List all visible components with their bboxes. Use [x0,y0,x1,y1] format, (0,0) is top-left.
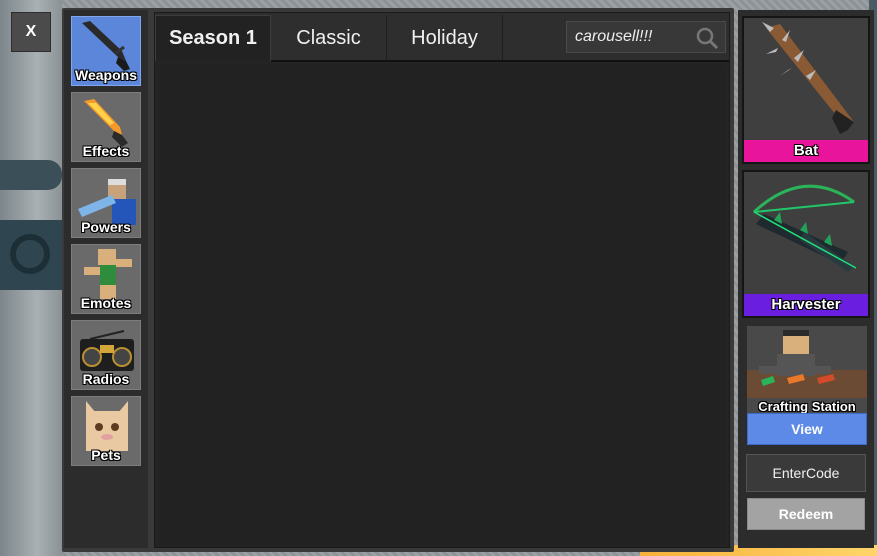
sidebar-item-label: Weapons [75,67,137,83]
inventory-panel: Season 1 Classic Holiday [154,12,730,548]
tab-bar: Season 1 Classic Holiday [155,13,729,62]
close-button[interactable]: X [11,12,51,52]
sidebar-item-label: Pets [91,447,121,463]
enter-code-input[interactable] [746,454,866,492]
flame-knife-icon [84,99,128,147]
sidebar-item-powers[interactable]: Powers [71,168,141,238]
featured-item-name: Bat [744,140,868,162]
featured-item-name: Harvester [744,294,868,316]
redeem-button[interactable]: Redeem [747,498,865,530]
sidebar-item-effects[interactable]: Effects [71,92,141,162]
tab-classic[interactable]: Classic [271,15,387,61]
tab-holiday[interactable]: Holiday [387,15,503,61]
featured-item-harvester[interactable]: Harvester [742,170,870,318]
cat-pet-icon [86,401,128,451]
view-button[interactable]: View [747,413,867,445]
crafting-station-title: Crafting Station [758,399,856,414]
tab-season-1[interactable]: Season 1 [155,15,271,61]
sidebar-item-label: Emotes [80,295,132,311]
category-sidebar: Weapons Effects Powers Emotes Radios Pet… [64,10,148,548]
right-panel: Bat Harvester Crafting Station View Rede… [738,10,874,548]
wall-vent [0,220,62,290]
sidebar-item-weapons[interactable]: Weapons [71,16,141,86]
search-box [566,21,726,53]
item-grid [159,65,725,545]
wall-pipe [0,160,62,190]
sidebar-item-label: Radios [82,371,130,387]
dancing-character-icon [84,249,132,299]
sidebar-item-pets[interactable]: Pets [71,396,141,466]
bat-weapon-icon [762,22,854,134]
crossbow-weapon-icon [752,184,857,272]
search-input[interactable] [567,27,687,47]
sidebar-item-emotes[interactable]: Emotes [71,244,141,314]
tab-divider [271,60,729,62]
sidebar-item-label: Effects [82,143,130,159]
crafting-station-image [747,330,867,398]
featured-item-bat[interactable]: Bat [742,16,870,164]
knife-icon [82,21,130,71]
character-icon [78,179,136,225]
sidebar-item-label: Powers [81,219,131,235]
crafting-station-card: Crafting Station [747,326,867,414]
sidebar-item-radios[interactable]: Radios [71,320,141,390]
search-icon[interactable] [695,26,719,50]
boombox-icon [80,330,134,371]
